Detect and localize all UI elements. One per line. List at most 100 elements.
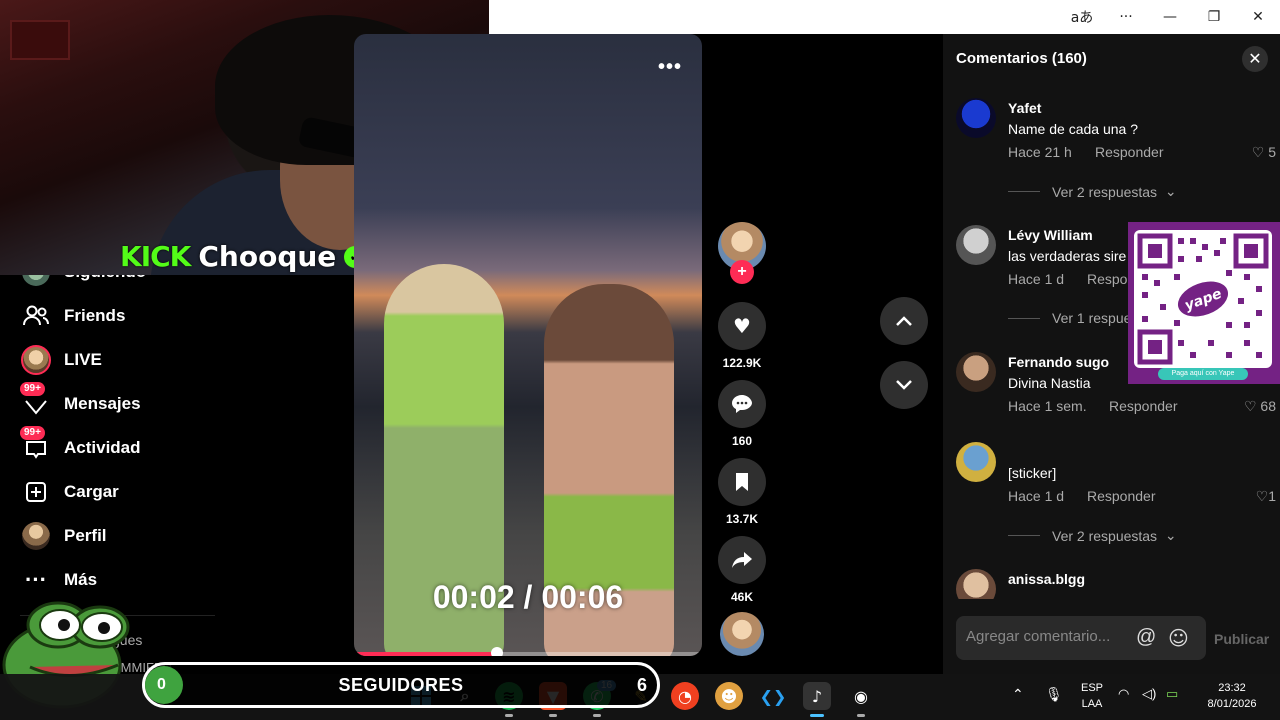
comment-count: 160 — [731, 434, 753, 448]
comments-title: Comentarios (160) — [956, 50, 1087, 67]
clock-time: 23:32 — [1218, 682, 1246, 694]
creator-avatar-action[interactable]: + — [718, 222, 766, 284]
heart-icon[interactable]: ♥ — [718, 302, 766, 350]
comment-reply-button[interactable]: Responder — [1095, 144, 1164, 160]
comment-avatar[interactable] — [956, 225, 996, 265]
view-replies-button[interactable]: Ver 1 respue — [1008, 310, 1131, 326]
previous-video-button[interactable] — [880, 297, 928, 345]
sidebar-item-label: Mensajes — [64, 394, 141, 413]
comment-text: Name de cada una ? — [1008, 121, 1138, 137]
next-video-button[interactable] — [880, 361, 928, 409]
sidebar-item-live[interactable]: LIVE — [20, 342, 102, 378]
activity-badge: 99+ — [20, 426, 45, 440]
comment-like-count: 5 — [1268, 144, 1276, 160]
friends-icon — [20, 300, 52, 332]
comment-like-button[interactable]: ♡ 68 — [1244, 398, 1276, 415]
followers-goal-bar: 0 SEGUIDORES 6 — [142, 662, 660, 708]
language-code: ESP — [1080, 682, 1103, 694]
comment-avatar[interactable] — [956, 98, 996, 138]
keyboard-language[interactable]: ESP LAA — [1072, 680, 1112, 712]
yape-pay-label: Paga aquí con Yape — [1158, 368, 1248, 380]
comment-avatar[interactable] — [956, 352, 996, 392]
obs-studio-icon[interactable]: ◉ — [847, 682, 875, 710]
follow-plus-icon[interactable]: + — [730, 260, 754, 284]
clock[interactable]: 23:32 8/01/2026 — [1200, 680, 1264, 712]
wifi-icon[interactable]: ◠ — [1118, 686, 1129, 702]
mention-icon[interactable]: @ — [1136, 626, 1156, 649]
browser-more-button[interactable]: ··· — [1104, 0, 1148, 34]
whatsapp-active-indicator — [593, 714, 601, 717]
tiktok-icon[interactable]: ♪ — [803, 682, 831, 710]
comment-reply-button[interactable]: Respo — [1087, 271, 1127, 287]
close-window-button[interactable]: ✕ — [1236, 0, 1280, 34]
comment-like-button[interactable]: ♡ 5 — [1252, 144, 1276, 161]
minimize-button[interactable]: — — [1148, 0, 1192, 34]
comment-like-button[interactable]: ♡1 — [1256, 488, 1276, 505]
creator-avatar[interactable]: + — [718, 222, 766, 284]
tiktok-active-indicator — [810, 714, 824, 717]
comment-reply-button[interactable]: Responder — [1109, 398, 1178, 414]
sidebar-item-friends[interactable]: Friends — [20, 298, 125, 334]
bookmark-icon[interactable] — [718, 458, 766, 506]
comment-username[interactable]: Lévy William — [1008, 227, 1093, 243]
comment-text: las verdaderas sire — [1008, 248, 1127, 264]
comment-avatar[interactable] — [956, 442, 996, 482]
inbox-icon: 99+ — [20, 382, 52, 420]
comment-time: Hace 1 d — [1008, 271, 1065, 287]
upload-icon — [20, 476, 52, 508]
emoji-icon[interactable]: ☺ — [1168, 626, 1189, 650]
sidebar-item-label: Cargar — [64, 482, 119, 501]
comment-avatar[interactable] — [956, 569, 996, 599]
sidebar-item-mensajes[interactable]: 99+ Mensajes — [20, 382, 141, 422]
volume-icon[interactable]: ◁) — [1142, 686, 1156, 702]
browser-titlebar: aあ ··· — ❐ ✕ — [489, 0, 1280, 34]
chevron-up-icon — [896, 316, 912, 326]
messages-badge: 99+ — [20, 382, 45, 396]
sidebar-item-actividad[interactable]: 99+ Actividad — [20, 426, 141, 466]
live-avatar-icon — [20, 344, 52, 376]
sidebar-item-perfil[interactable]: Perfil — [20, 518, 107, 554]
microphone-icon[interactable]: 🎙 — [1045, 686, 1063, 702]
tray-chevron-up-icon[interactable]: ⌃ — [1012, 686, 1024, 702]
video-timecode: 00:02 / 00:06 — [432, 579, 624, 615]
comment-username[interactable]: Yafet — [1008, 100, 1041, 116]
sidebar-item-cargar[interactable]: Cargar — [20, 474, 119, 510]
chevron-down-icon: ⌄ — [1164, 183, 1177, 199]
comment-like-count: 68 — [1260, 398, 1276, 414]
save-action[interactable]: 13.7K — [718, 458, 766, 526]
comment-username[interactable]: Fernando sugo — [1008, 354, 1109, 370]
share-icon[interactable] — [718, 536, 766, 584]
video-player[interactable]: ••• 00:02 / 00:06 — [354, 34, 702, 656]
comment-action[interactable]: 160 — [718, 380, 766, 448]
comment-input[interactable] — [966, 628, 1136, 645]
view-replies-label: Ver 1 respue — [1052, 310, 1132, 326]
translate-icon[interactable]: aあ — [1060, 0, 1104, 34]
comment-reply-button[interactable]: Responder — [1087, 488, 1156, 504]
post-comment-button[interactable]: Publicar — [1214, 631, 1269, 647]
comment-username[interactable]: anissa.blgg — [1008, 571, 1085, 587]
music-disc-icon[interactable] — [720, 612, 764, 656]
close-comments-button[interactable]: ✕ — [1242, 46, 1268, 72]
character-app-icon[interactable]: ☻ — [715, 682, 743, 710]
crunchyroll-icon[interactable]: ◔ — [671, 682, 699, 710]
comment-icon[interactable] — [718, 380, 766, 428]
heart-outline-icon: ♡ — [1251, 144, 1265, 160]
video-progress-knob[interactable] — [490, 647, 503, 656]
restore-button[interactable]: ❐ — [1192, 0, 1236, 34]
brave-active-indicator — [549, 714, 557, 717]
like-action[interactable]: ♥ 122.9K — [718, 302, 766, 370]
video-more-icon[interactable]: ••• — [658, 56, 682, 79]
comment-like-count: 1 — [1268, 488, 1276, 504]
clock-date: 8/01/2026 — [1207, 698, 1257, 710]
share-count: 46K — [730, 590, 753, 604]
followers-goal-value: 6 — [636, 675, 647, 695]
music-disc-action[interactable] — [718, 612, 766, 656]
view-replies-button[interactable]: Ver 2 respuestas ⌄ — [1008, 183, 1177, 200]
comment-time: Hace 1 sem. — [1008, 398, 1087, 414]
sidebar-item-label: Perfil — [64, 526, 107, 545]
battery-icon[interactable]: ▭ — [1166, 686, 1178, 702]
comment-input-box: @ ☺ — [956, 616, 1206, 660]
view-replies-button[interactable]: Ver 2 respuestas ⌄ — [1008, 527, 1177, 544]
vscode-icon[interactable]: ❮❯ — [759, 682, 787, 710]
share-action[interactable]: 46K — [718, 536, 766, 604]
